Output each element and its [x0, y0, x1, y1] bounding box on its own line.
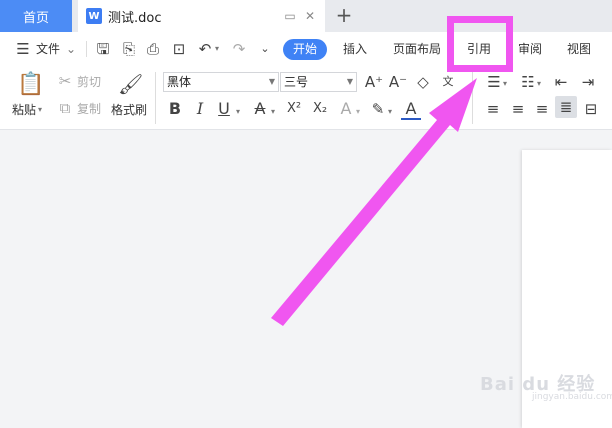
- divider: [86, 41, 87, 57]
- monitor-icon[interactable]: ▭: [283, 9, 297, 23]
- text-effect-icon[interactable]: A: [336, 100, 356, 118]
- close-icon[interactable]: ✕: [303, 9, 317, 23]
- redo-icon[interactable]: ↷: [228, 38, 250, 60]
- phonetic-guide-icon[interactable]: 文: [438, 73, 458, 91]
- paste-dropdown-icon[interactable]: ▾: [38, 103, 42, 117]
- strikethrough-button[interactable]: A: [250, 100, 270, 118]
- tab-page-layout[interactable]: 页面布局: [393, 41, 441, 57]
- paste-icon[interactable]: 📋: [17, 72, 44, 98]
- export-pdf-icon[interactable]: ⎘: [118, 38, 140, 60]
- justify-icon: ≣: [559, 98, 573, 116]
- print-preview-icon[interactable]: ⊡: [168, 38, 190, 60]
- underline-button[interactable]: U: [214, 100, 234, 118]
- font-color-button[interactable]: A: [401, 100, 421, 120]
- align-center-icon[interactable]: ≡: [508, 100, 528, 118]
- print-icon[interactable]: ⎙: [142, 38, 164, 60]
- font-size-value: 三号: [284, 75, 309, 89]
- strikethrough-dropdown-icon[interactable]: ▾: [271, 105, 275, 119]
- chevron-down-icon[interactable]: ⌄: [66, 41, 76, 57]
- paste-button[interactable]: 粘贴: [12, 103, 36, 117]
- numbered-list-icon[interactable]: ☷: [518, 73, 538, 91]
- bullet-list-dropdown-icon[interactable]: ▾: [503, 77, 507, 91]
- divider: [472, 72, 473, 124]
- numbered-list-dropdown-icon[interactable]: ▾: [537, 77, 541, 91]
- copy-icon[interactable]: ⧉: [56, 99, 74, 117]
- document-title: 测试.doc: [108, 10, 162, 26]
- divider: [155, 72, 156, 124]
- watermark-url: jingyan.baidu.com: [532, 392, 612, 402]
- bold-button[interactable]: B: [165, 100, 185, 118]
- customize-toolbar-icon[interactable]: ⌄: [254, 38, 276, 60]
- tab-home[interactable]: 首页: [0, 0, 72, 32]
- ribbon-toolbar: 📋 粘贴 ▾ ✂ 剪切 ⧉ 复制 🖌 格式刷 黑体 ▼ 三号 ▼ A⁺ A⁻ ◇…: [0, 66, 612, 130]
- font-name-value: 黑体: [167, 75, 192, 89]
- distributed-align-icon[interactable]: ⊟: [581, 100, 601, 118]
- tab-insert[interactable]: 插入: [343, 41, 367, 57]
- tab-review[interactable]: 审阅: [518, 41, 542, 57]
- grow-font-icon[interactable]: A⁺: [364, 73, 384, 91]
- scissors-icon[interactable]: ✂: [56, 72, 74, 90]
- underline-dropdown-icon[interactable]: ▾: [236, 105, 240, 119]
- save-icon[interactable]: 🖫: [92, 38, 114, 60]
- bullet-list-icon[interactable]: ☰: [484, 73, 504, 91]
- clear-format-icon[interactable]: ◇: [413, 73, 433, 91]
- tab-home-ribbon[interactable]: 开始: [283, 39, 327, 60]
- align-left-icon[interactable]: ≡: [483, 100, 503, 118]
- superscript-button[interactable]: X²: [282, 100, 306, 118]
- word-doc-icon: W: [86, 8, 102, 24]
- chevron-down-icon: ▼: [346, 77, 353, 86]
- highlighter-icon[interactable]: ✎: [368, 100, 388, 118]
- new-tab-button[interactable]: +: [334, 3, 354, 27]
- decrease-indent-icon[interactable]: ⇤: [551, 73, 571, 91]
- shrink-font-icon[interactable]: A⁻: [388, 73, 408, 91]
- align-right-icon[interactable]: ≡: [532, 100, 552, 118]
- hamburger-icon[interactable]: ☰: [12, 38, 34, 60]
- annotation-highlight-box: [447, 16, 513, 72]
- italic-button[interactable]: I: [190, 100, 210, 118]
- file-menu[interactable]: 文件: [36, 41, 60, 57]
- increase-indent-icon[interactable]: ⇥: [578, 73, 598, 91]
- format-painter-icon[interactable]: 🖌: [118, 72, 143, 96]
- text-effect-dropdown-icon[interactable]: ▾: [356, 105, 360, 119]
- subscript-button[interactable]: X₂: [308, 100, 332, 118]
- cut-button[interactable]: 剪切: [77, 75, 101, 89]
- chevron-down-icon: ▼: [268, 77, 275, 86]
- tab-document[interactable]: W 测试.doc ▭ ✕: [78, 0, 325, 32]
- font-name-select[interactable]: 黑体 ▼: [163, 72, 279, 92]
- undo-dropdown-icon[interactable]: ▾: [215, 41, 219, 57]
- format-painter-button[interactable]: 格式刷: [111, 103, 147, 117]
- tab-view[interactable]: 视图: [567, 41, 591, 57]
- highlighter-dropdown-icon[interactable]: ▾: [388, 105, 392, 119]
- undo-icon[interactable]: ↶: [194, 38, 216, 60]
- copy-button[interactable]: 复制: [77, 102, 101, 116]
- font-size-select[interactable]: 三号 ▼: [280, 72, 357, 92]
- window-tab-bar: 首页 W 测试.doc ▭ ✕ +: [0, 0, 612, 32]
